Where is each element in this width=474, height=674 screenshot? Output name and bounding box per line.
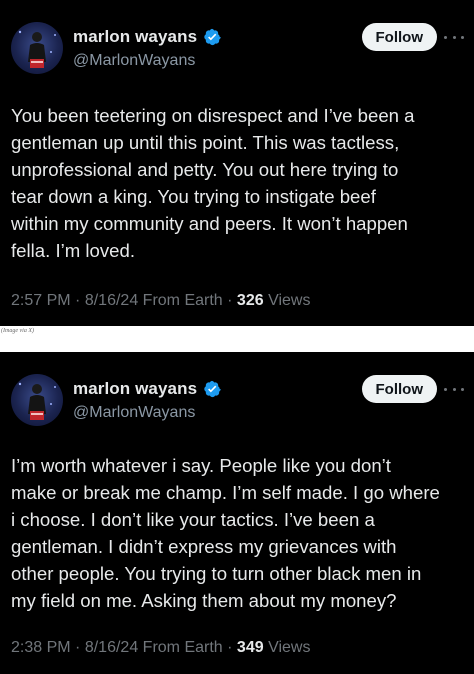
verified-badge-icon (203, 380, 221, 398)
verified-badge-icon (203, 28, 221, 46)
views-label: Views (268, 639, 311, 656)
follow-button[interactable]: Follow (361, 23, 437, 51)
views-count: 326 (236, 292, 264, 309)
tweet-time[interactable]: 2:38 PM (11, 639, 71, 656)
avatar[interactable] (11, 374, 63, 426)
views-count: 349 (236, 639, 264, 656)
name-row: marlon wayans (73, 379, 221, 399)
tweet-date[interactable]: 8/16/24 (85, 639, 138, 656)
more-options-icon[interactable] (444, 30, 464, 44)
views-label: Views (268, 292, 311, 309)
more-options-icon[interactable] (444, 382, 464, 396)
display-name[interactable]: marlon wayans (73, 27, 197, 47)
tweet-text: I’m worth whatever i say. People like yo… (11, 455, 440, 611)
tweet-text: You been teetering on disrespect and I’v… (11, 105, 415, 261)
tweet-source: From Earth (142, 639, 223, 656)
user-handle[interactable]: @MarlonWayans (73, 404, 195, 422)
display-name[interactable]: marlon wayans (73, 379, 197, 399)
tweet-source: From Earth (142, 292, 223, 309)
tweet-card: marlon wayans @MarlonWayans Follow You b… (0, 0, 474, 326)
follow-button[interactable]: Follow (361, 375, 437, 403)
tweet-date[interactable]: 8/16/24 (85, 292, 138, 309)
name-row: marlon wayans (73, 27, 221, 47)
tweet-card: marlon wayans @MarlonWayans Follow I’m w… (0, 352, 474, 674)
tweet-meta: 2:57 PM · 8/16/24 From Earth · 326 Views (11, 292, 311, 309)
image-caption: (Image via X) (1, 328, 34, 334)
tweet-time[interactable]: 2:57 PM (11, 292, 71, 309)
tweet-meta: 2:38 PM · 8/16/24 From Earth · 349 Views (11, 639, 311, 656)
avatar[interactable] (11, 22, 63, 74)
user-handle[interactable]: @MarlonWayans (73, 52, 195, 70)
